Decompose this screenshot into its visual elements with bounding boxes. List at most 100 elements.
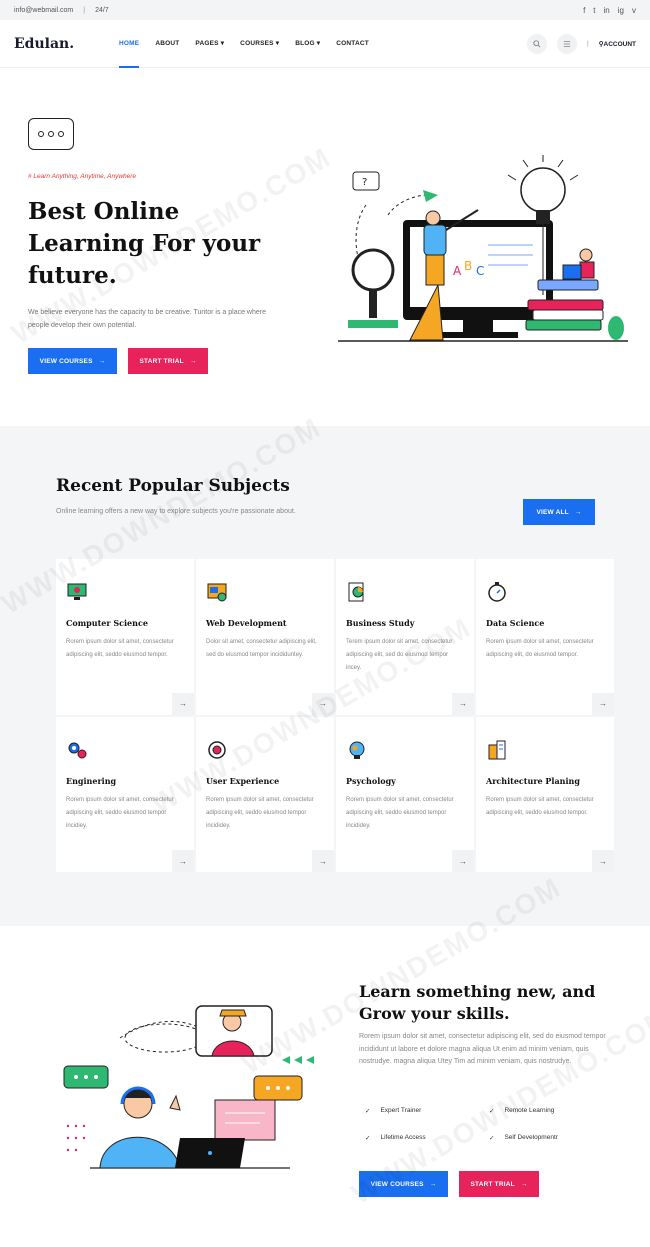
brain-icon <box>349 741 365 759</box>
view-courses-label: VIEW COURSES <box>39 357 93 365</box>
view-all-label: VIEW ALL <box>536 508 569 516</box>
nav-item-contact[interactable]: CONTACT <box>336 20 369 68</box>
linkedin-icon[interactable]: in <box>604 6 610 15</box>
subject-card[interactable]: Enginering Rorem ipsum dolor sit amet, c… <box>56 716 194 872</box>
card-arrow-button[interactable]: → <box>592 850 614 872</box>
card-arrow-button[interactable]: → <box>312 692 334 715</box>
gears-icon <box>68 742 87 758</box>
subjects-grid: Computer Science Rorem ipsum dolor sit a… <box>56 559 614 872</box>
check-icon: ✓ <box>489 1108 495 1115</box>
learn-section: Learn something new, and Grow your skill… <box>0 926 650 1247</box>
stopwatch-icon <box>488 582 506 602</box>
search-icon <box>533 39 541 48</box>
instagram-icon[interactable]: ig <box>618 6 624 15</box>
card-arrow-button[interactable]: → <box>312 850 334 872</box>
svg-text:C: C <box>476 264 484 278</box>
svg-text:?: ? <box>362 177 367 188</box>
nav-item-pages[interactable]: PAGES ▾ <box>195 20 224 68</box>
arrow-right-icon: → <box>574 508 582 516</box>
card-desc: Rorem ipsum dolor sit amet, consectetur … <box>486 639 594 658</box>
card-title: Data Science <box>486 618 545 628</box>
contact-email[interactable]: info@webmail.com <box>14 7 73 14</box>
card-arrow-button[interactable]: → <box>452 850 474 872</box>
nav-item-courses[interactable]: COURSES ▾ <box>240 20 279 68</box>
card-title: Business Study <box>346 618 415 628</box>
account-link[interactable]: ⚲ACCOUNT <box>599 40 636 48</box>
main-nav: Edulan. HOME ABOUT PAGES ▾ COURSES ▾ BLO… <box>0 20 650 68</box>
start-trial-button[interactable]: START TRIAL → <box>128 348 208 374</box>
card-desc: Dolor sit amet, consectetur adipiscing e… <box>206 639 317 658</box>
arrow-right-icon: → <box>429 1180 437 1188</box>
subject-card[interactable]: Architecture Planing Rorem ipsum dolor s… <box>476 716 614 872</box>
search-button[interactable] <box>526 33 547 54</box>
top-bar: info@webmail.com | 24/7 f t in ig v <box>0 0 650 20</box>
subjects-section: Recent Popular Subjects Online learning … <box>0 426 650 926</box>
subject-card[interactable]: User Experience Rorem ipsum dolor sit am… <box>196 716 334 872</box>
card-desc: Rorem ipsum dolor sit amet, consectetur … <box>66 796 174 829</box>
view-courses-label: VIEW COURSES <box>370 1180 424 1188</box>
nav-item-blog[interactable]: BLOG ▾ <box>295 20 320 68</box>
web-icon <box>207 583 227 602</box>
arrow-right-icon: → <box>189 357 197 365</box>
hero-description: We believe everyone has the capacity to … <box>28 309 266 329</box>
start-trial-label: START TRIAL <box>139 357 184 365</box>
hero-tagline: # Learn Anything, Anytime, Anywhere <box>28 173 137 180</box>
vimeo-icon[interactable]: v <box>632 6 636 15</box>
divider: | <box>83 6 86 14</box>
arrow-right-icon: → <box>98 357 106 365</box>
chat-icon <box>28 118 74 150</box>
subject-card[interactable]: Business Study Terem ipsum dolor sit ame… <box>336 559 474 715</box>
nav-item-about[interactable]: ABOUT <box>155 20 179 68</box>
card-desc: Terem ipsum dolor sit amet, consectetur … <box>346 639 453 671</box>
social-links: f t in ig v <box>583 6 636 15</box>
start-trial-label: START TRIAL <box>470 1180 515 1188</box>
subjects-title: Recent Popular Subjects <box>56 476 290 496</box>
card-title: Psychology <box>346 775 396 786</box>
twitter-icon[interactable]: t <box>593 6 595 15</box>
card-arrow-button[interactable]: → <box>172 692 194 715</box>
card-title: Computer Science <box>66 618 148 628</box>
target-icon <box>208 740 226 759</box>
feature-label: Remote Learning <box>504 1107 555 1114</box>
feature-label: Expert Trainer <box>380 1107 422 1114</box>
logo[interactable]: Edulan. <box>14 36 119 52</box>
monitor-icon <box>67 583 87 600</box>
view-all-button[interactable]: VIEW ALL → <box>523 499 595 525</box>
hero-illustration: ? A B C <box>338 155 628 342</box>
card-desc: Rorem ipsum dolor sit amet, consectetur … <box>206 796 314 829</box>
card-desc: Rorem ipsum dolor sit amet, consectetur … <box>346 796 454 829</box>
card-desc: Rorem ipsum dolor sit amet, consectetur … <box>66 639 174 658</box>
facebook-icon[interactable]: f <box>583 6 585 15</box>
feature-item: ✓ Self Developmentr <box>489 1134 558 1142</box>
menu-button[interactable] <box>556 33 577 54</box>
view-courses-button[interactable]: VIEW COURSES → <box>359 1171 448 1197</box>
divider: | <box>586 40 589 47</box>
card-title: User Experience <box>206 775 280 786</box>
learn-illustration <box>63 1005 314 1169</box>
card-arrow-button[interactable]: → <box>172 850 194 872</box>
card-title: Web Development <box>206 618 287 628</box>
feature-item: ✓ Expert Trainer <box>365 1107 421 1115</box>
card-arrow-button[interactable]: → <box>592 692 614 715</box>
hero-title: Best Online Learning For your future. <box>28 198 261 289</box>
subject-card[interactable]: Web Development Dolor sit amet, consecte… <box>196 559 334 715</box>
subject-card[interactable]: Computer Science Rorem ipsum dolor sit a… <box>56 559 194 715</box>
learn-description: Rorem ipsum dolor sit amet, consectetur … <box>359 1033 606 1065</box>
nav-menu: HOME ABOUT PAGES ▾ COURSES ▾ BLOG ▾ CONT… <box>119 20 369 68</box>
feature-item: ✓ Remote Learning <box>489 1107 554 1115</box>
card-title: Enginering <box>66 775 117 786</box>
account-label: ACCOUNT <box>603 40 637 48</box>
hours-text: 24/7 <box>95 6 109 14</box>
view-courses-button[interactable]: VIEW COURSES → <box>28 348 117 374</box>
hero-section: # Learn Anything, Anytime, Anywhere Best… <box>0 68 650 425</box>
arrow-right-icon: → <box>520 1180 528 1188</box>
subject-card[interactable]: Psychology Rorem ipsum dolor sit amet, c… <box>336 716 474 872</box>
check-icon: ✓ <box>365 1108 371 1115</box>
chart-icon <box>348 582 364 602</box>
nav-item-home[interactable]: HOME <box>119 20 140 68</box>
subject-card[interactable]: Data Science Rorem ipsum dolor sit amet,… <box>476 559 614 715</box>
card-arrow-button[interactable]: → <box>452 692 474 715</box>
feature-label: Lifetime Access <box>380 1134 426 1141</box>
card-title: Architecture Planing <box>486 775 580 786</box>
start-trial-button[interactable]: START TRIAL → <box>459 1171 539 1197</box>
